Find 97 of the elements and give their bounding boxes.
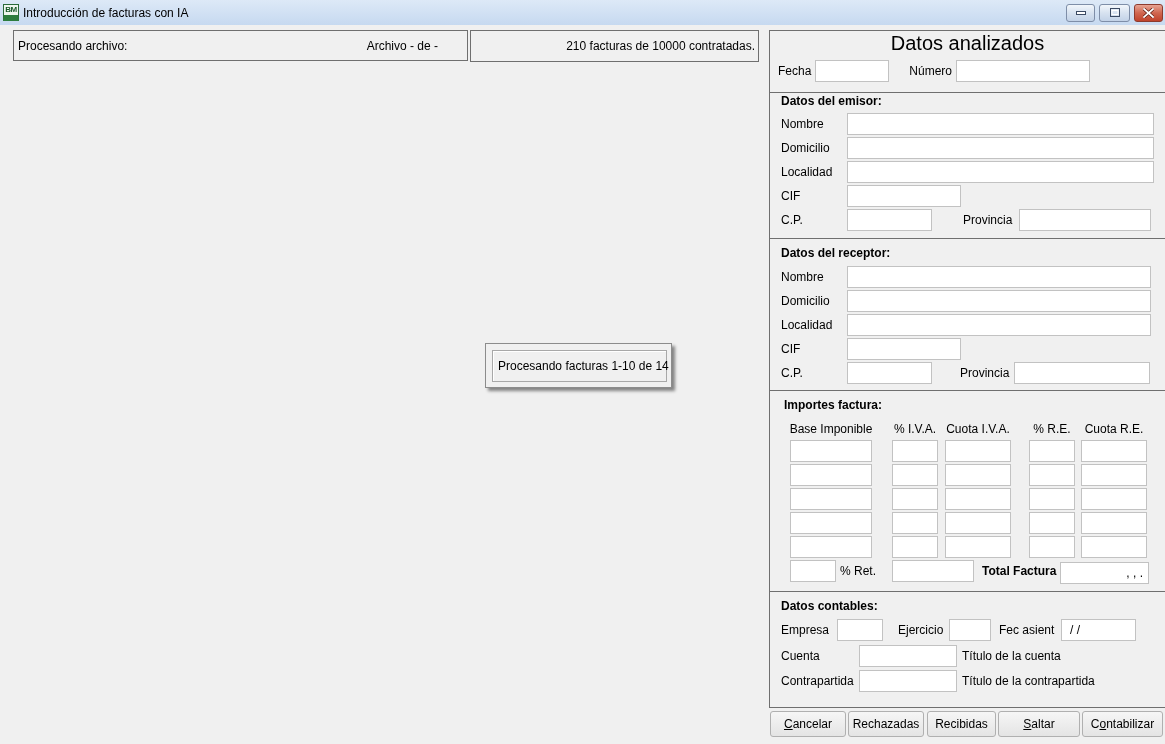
input-field[interactable] <box>892 512 938 534</box>
status-text: Procesando archivo: <box>18 38 129 53</box>
input-field[interactable] <box>847 185 961 207</box>
input-field[interactable] <box>949 619 991 641</box>
field-label: Contrapartida <box>781 674 855 688</box>
section-title: Importes factura: <box>784 397 883 413</box>
field-label: Localidad <box>781 165 834 179</box>
input-field[interactable] <box>837 619 883 641</box>
input-field[interactable]: / / <box>1061 619 1136 641</box>
maximize-button[interactable] <box>1099 3 1130 22</box>
field-label: Domicilio <box>781 141 831 155</box>
field-label: Nombre <box>781 270 825 284</box>
field-label: Fec asient <box>999 623 1056 637</box>
progress-message: Procesando facturas 1-10 de 14 <box>492 350 667 382</box>
input-field[interactable] <box>892 440 938 462</box>
input-field[interactable] <box>847 209 932 231</box>
input-field[interactable] <box>956 60 1091 82</box>
maximize-icon <box>1109 8 1120 17</box>
skip-button[interactable]: Saltar <box>998 711 1080 737</box>
field-label: C.P. <box>781 213 804 227</box>
input-field[interactable] <box>892 536 938 558</box>
input-field[interactable] <box>859 645 957 667</box>
input-field[interactable] <box>790 512 872 534</box>
input-field[interactable] <box>1014 362 1150 384</box>
input-field[interactable] <box>1081 512 1147 534</box>
close-button[interactable] <box>1134 3 1163 22</box>
column-header: Cuota R.E. <box>1084 421 1144 437</box>
field-label: Localidad <box>781 318 834 332</box>
field-label: Domicilio <box>781 294 831 308</box>
input-field[interactable] <box>945 488 1011 510</box>
input-field[interactable] <box>945 440 1011 462</box>
field-label: Nombre <box>781 117 825 131</box>
input-field[interactable] <box>1029 488 1075 510</box>
field-label: Provincia <box>963 213 1014 227</box>
input-field[interactable] <box>892 464 938 486</box>
field-label: Total Factura <box>982 564 1058 578</box>
field-label: Número <box>909 64 953 78</box>
panel-title: Datos analizados <box>890 31 1045 55</box>
file-counter: Archivo - de - <box>366 38 438 53</box>
field-label: CIF <box>781 342 802 356</box>
field-label: C.P. <box>781 366 804 380</box>
column-header: % I.V.A. <box>893 421 937 437</box>
field-label: Empresa <box>781 623 831 637</box>
input-field[interactable] <box>847 266 1151 288</box>
field-label: Cuenta <box>781 649 821 663</box>
minimize-button[interactable] <box>1066 3 1095 22</box>
field-label: Provincia <box>960 366 1011 380</box>
input-field[interactable]: , , . <box>1060 562 1149 584</box>
input-field[interactable] <box>815 60 890 82</box>
cancel-button[interactable]: Cancelar <box>770 711 846 737</box>
input-field[interactable] <box>1019 209 1151 231</box>
field-label: Título de la contrapartida <box>962 674 1095 688</box>
input-field[interactable] <box>790 560 836 582</box>
input-field[interactable] <box>847 314 1151 336</box>
received-button[interactable]: Recibidas <box>927 711 996 737</box>
section-title: Datos contables: <box>781 598 878 614</box>
minimize-icon <box>1075 10 1086 15</box>
column-header: % R.E. <box>1033 421 1071 437</box>
close-icon <box>1143 7 1154 18</box>
input-field[interactable] <box>859 670 957 692</box>
quota-status: 210 facturas de 10000 contratadas. <box>470 30 759 62</box>
input-field[interactable] <box>790 536 872 558</box>
field-label: Ejercicio <box>898 623 945 637</box>
input-field[interactable] <box>1081 464 1147 486</box>
input-field[interactable] <box>1081 440 1147 462</box>
input-field[interactable] <box>847 161 1154 183</box>
input-field[interactable] <box>1029 536 1075 558</box>
input-field[interactable] <box>847 338 961 360</box>
input-field[interactable] <box>1081 488 1147 510</box>
input-field[interactable] <box>892 488 938 510</box>
rejected-button[interactable]: Rechazadas <box>848 711 924 737</box>
post-button[interactable]: Contabilizar <box>1082 711 1163 737</box>
input-field[interactable] <box>1029 512 1075 534</box>
input-field[interactable] <box>790 464 872 486</box>
input-field[interactable] <box>847 113 1154 135</box>
input-field[interactable] <box>847 290 1151 312</box>
field-label: % Ret. <box>840 564 877 578</box>
column-header: Base Imponible <box>789 421 873 437</box>
column-header: Cuota I.V.A. <box>946 421 1010 437</box>
input-field[interactable] <box>945 536 1011 558</box>
input-field[interactable] <box>1029 464 1075 486</box>
input-field[interactable] <box>945 464 1011 486</box>
input-field[interactable] <box>945 512 1011 534</box>
field-label: Fecha <box>778 64 812 78</box>
section-title: Datos del emisor: <box>781 93 882 109</box>
input-field[interactable] <box>790 440 872 462</box>
window-title: Introducción de facturas con IA <box>23 5 189 20</box>
field-label: CIF <box>781 189 802 203</box>
input-field[interactable] <box>790 488 872 510</box>
app-logo: BM <box>3 4 19 21</box>
input-field[interactable] <box>847 362 932 384</box>
input-field[interactable] <box>1081 536 1147 558</box>
input-field[interactable] <box>847 137 1154 159</box>
input-field[interactable] <box>1029 440 1075 462</box>
field-label: Título de la cuenta <box>962 649 1061 663</box>
section-title: Datos del receptor: <box>781 245 891 261</box>
input-field[interactable] <box>892 560 974 582</box>
